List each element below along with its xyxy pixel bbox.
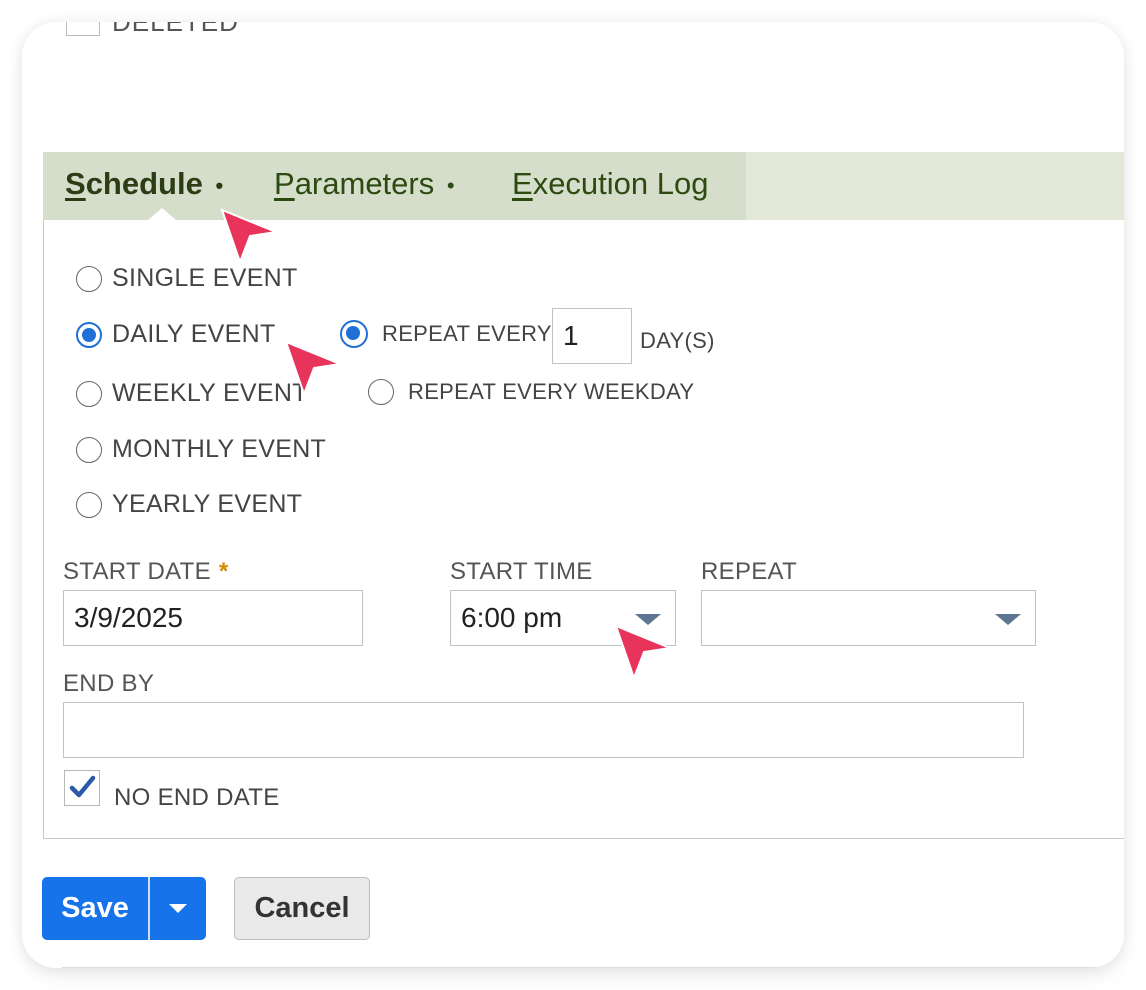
start-date-label-text: START DATE [63,558,211,585]
days-unit-label: DAY(S) [640,328,715,353]
deleted-checkbox[interactable] [66,22,100,36]
tab-execution-log-label: xecution Log [532,166,709,201]
checkmark-icon [69,775,96,798]
start-time-dropdown-icon[interactable] [635,614,661,625]
radio-weekly-event-label: WEEKLY EVENT [112,379,308,407]
tab-schedule[interactable]: Schedule • [65,166,223,202]
tab-parameters[interactable]: Parameters • [274,166,455,202]
radio-repeat-every-weekday-circle[interactable] [368,379,394,405]
no-end-date-checkbox[interactable] [64,770,100,806]
radio-yearly-event-circle[interactable] [76,491,102,518]
tab-schedule-accesskey: S [65,166,86,201]
radio-monthly-event[interactable]: MONTHLY EVENT [76,435,326,464]
start-date-input[interactable] [63,590,363,646]
active-tab-indicator [148,208,176,220]
tab-execution-log[interactable]: Execution Log [512,166,709,202]
radio-weekly-event-circle[interactable] [76,380,102,407]
start-time-label: START TIME [450,558,593,585]
radio-daily-event-label: DAILY EVENT [112,320,276,348]
tab-schedule-dot: • [215,172,224,198]
radio-repeat-every[interactable]: REPEAT EVERY [340,320,552,348]
repeat-select[interactable] [701,590,1036,646]
start-date-label: START DATE * [63,558,229,586]
cancel-button[interactable]: Cancel [234,877,370,940]
radio-yearly-event[interactable]: YEARLY EVENT [76,490,302,519]
radio-repeat-every-weekday[interactable]: REPEAT EVERY WEEKDAY [368,379,694,405]
radio-monthly-event-circle[interactable] [76,436,102,463]
radio-daily-event[interactable]: DAILY EVENT [76,320,276,349]
start-time-select[interactable]: 6:00 pm [450,590,676,646]
bottom-divider [62,967,1124,968]
tab-schedule-label: chedule [85,166,203,201]
radio-single-event-circle[interactable] [76,265,102,292]
radio-weekly-event[interactable]: WEEKLY EVENT [76,379,308,408]
deleted-label: DELETED [112,22,239,38]
radio-yearly-event-label: YEARLY EVENT [112,490,303,518]
tab-parameters-accesskey: P [274,166,295,201]
repeat-every-days-input[interactable] [552,308,632,364]
save-button[interactable]: Save [42,877,206,940]
required-asterisk: * [218,558,229,585]
end-by-input[interactable] [63,702,1024,758]
radio-single-event-label: SINGLE EVENT [112,264,298,292]
radio-single-event[interactable]: SINGLE EVENT [76,264,298,293]
deleted-checkbox-row[interactable]: DELETED [66,22,239,38]
start-time-value: 6:00 pm [461,602,563,633]
tab-parameters-dot: • [446,172,455,198]
tab-parameters-label: arameters [294,166,435,201]
end-by-label: END BY [63,670,155,697]
repeat-every-label: REPEAT EVERY [382,321,552,346]
repeat-every-weekday-label: REPEAT EVERY WEEKDAY [408,379,695,404]
radio-daily-event-circle[interactable] [76,321,102,348]
repeat-dropdown-icon[interactable] [995,614,1021,625]
save-button-label: Save [61,892,129,924]
repeat-label: REPEAT [701,558,798,585]
tab-bar: Schedule • Parameters • Execution Log [43,152,1124,220]
radio-monthly-event-label: MONTHLY EVENT [112,435,327,463]
tab-execution-log-accesskey: E [512,166,533,201]
radio-repeat-every-circle[interactable] [340,320,368,348]
chevron-down-icon [168,904,187,913]
save-options-dropdown[interactable] [150,904,207,913]
schedule-dialog: DELETED Schedule • Parameters • Executio… [22,22,1124,968]
no-end-date-label: NO END DATE [114,784,280,811]
